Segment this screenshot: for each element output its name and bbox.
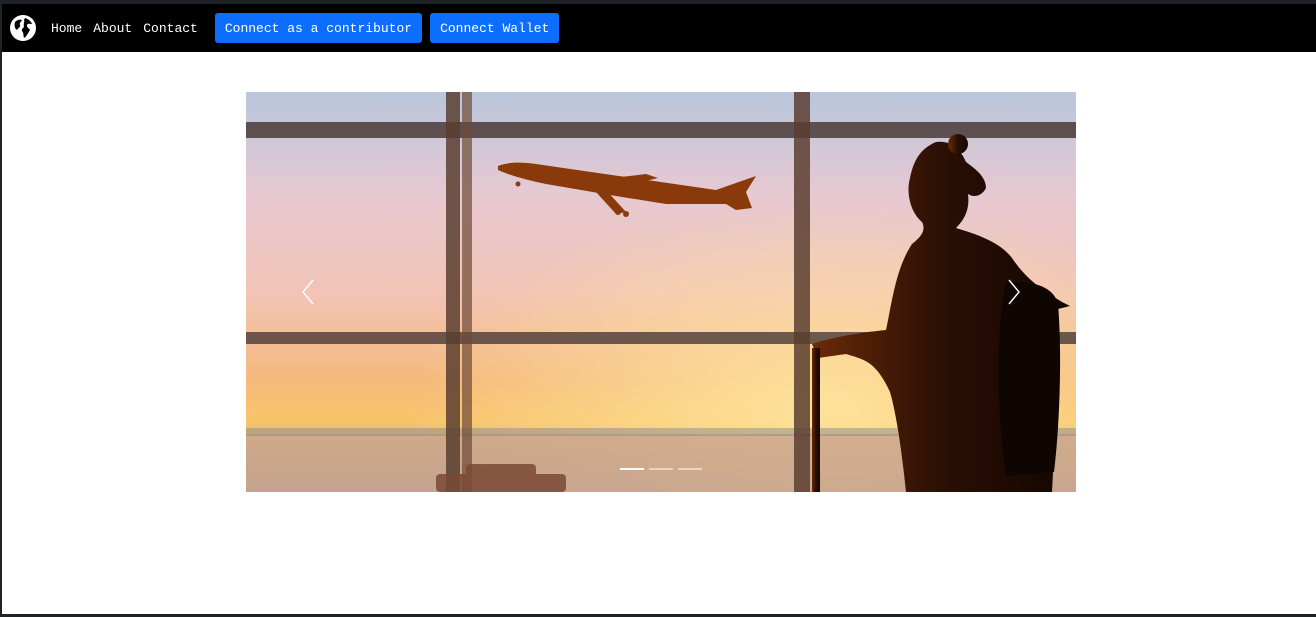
connect-wallet-button[interactable]: Connect Wallet: [430, 13, 560, 43]
nav-link-home[interactable]: Home: [51, 21, 82, 36]
carousel-indicator[interactable]: [620, 468, 644, 470]
chevron-left-icon: [302, 279, 314, 305]
page-frame: Home About Contact Connect as a contribu…: [2, 4, 1316, 614]
nav-link-about[interactable]: About: [93, 21, 132, 36]
carousel-next-button[interactable]: [994, 272, 1034, 312]
carousel-indicator[interactable]: [649, 468, 673, 470]
globe-icon[interactable]: [9, 14, 37, 42]
connect-contributor-button[interactable]: Connect as a contributor: [214, 13, 423, 43]
nav-link-contact[interactable]: Contact: [143, 21, 198, 36]
navbar: Home About Contact Connect as a contribu…: [2, 4, 1316, 52]
image-carousel: [246, 92, 1076, 492]
chevron-right-icon: [1008, 279, 1020, 305]
carousel-indicator[interactable]: [678, 468, 702, 470]
slide-image: [246, 92, 1076, 492]
carousel-prev-button[interactable]: [288, 272, 328, 312]
carousel-indicators: [620, 468, 702, 470]
